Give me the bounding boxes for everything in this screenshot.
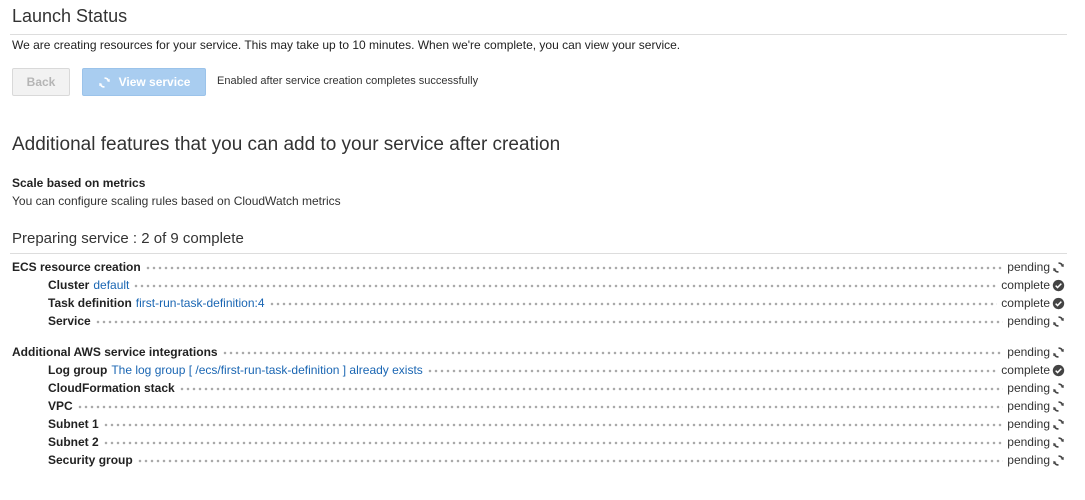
progress-group-label: Additional AWS service integrations	[12, 345, 218, 359]
view-service-label: View service	[118, 75, 191, 89]
progress-item-label: Cluster	[48, 278, 90, 292]
progress-heading: Preparing service : 2 of 9 complete	[12, 230, 244, 247]
dotted-leader	[268, 302, 998, 306]
progress-item-cloudformation: CloudFormation stack pending	[12, 379, 1065, 397]
progress-item-label: VPC	[48, 399, 73, 413]
progress-item-label: Subnet 1	[48, 417, 99, 431]
check-circle-icon	[1052, 297, 1065, 310]
dotted-leader	[133, 284, 998, 288]
status-text: pending	[1007, 260, 1050, 274]
title-divider	[10, 34, 1067, 35]
pending-icon	[1052, 346, 1065, 359]
progress-item-label: Task definition	[48, 296, 132, 310]
back-button-label: Back	[26, 75, 56, 89]
dotted-leader	[178, 387, 1004, 391]
progress-item-cluster: Cluster default complete	[12, 276, 1065, 294]
launch-status-page: Launch Status We are creating resources …	[0, 0, 1085, 500]
feature-title: Scale based on metrics	[12, 176, 146, 190]
pending-icon	[1052, 315, 1065, 328]
back-button[interactable]: Back	[12, 68, 70, 96]
progress-group-aws-integrations: Additional AWS service integrations pend…	[12, 343, 1065, 361]
page-title: Launch Status	[12, 6, 128, 26]
status-text: complete	[1001, 363, 1050, 377]
dotted-leader	[102, 423, 1004, 427]
status-text: complete	[1001, 278, 1050, 292]
progress-item-label: Service	[48, 314, 91, 328]
pending-icon	[1052, 418, 1065, 431]
pending-icon	[1052, 261, 1065, 274]
progress-group-label: ECS resource creation	[12, 260, 141, 274]
check-circle-icon	[1052, 279, 1065, 292]
status-text: pending	[1007, 417, 1050, 431]
feature-description: You can configure scaling rules based on…	[12, 194, 341, 208]
check-circle-icon	[1052, 364, 1065, 377]
status-text: pending	[1007, 314, 1050, 328]
progress-item-label: CloudFormation stack	[48, 381, 175, 395]
dotted-leader	[76, 405, 1004, 409]
view-service-button[interactable]: View service	[82, 68, 206, 96]
dotted-leader	[136, 459, 1004, 463]
pending-icon	[1052, 454, 1065, 467]
status-text: pending	[1007, 453, 1050, 467]
status-text: pending	[1007, 399, 1050, 413]
pending-icon	[1052, 436, 1065, 449]
progress-item-security-group: Security group pending	[12, 451, 1065, 469]
additional-features-heading: Additional features that you can add to …	[12, 134, 561, 155]
status-text: pending	[1007, 345, 1050, 359]
progress-divider	[10, 253, 1067, 254]
pending-icon	[1052, 382, 1065, 395]
refresh-icon	[98, 76, 111, 89]
pending-icon	[1052, 400, 1065, 413]
progress-item-task-definition: Task definition first-run-task-definitio…	[12, 294, 1065, 312]
dotted-leader	[94, 320, 1004, 324]
progress-item-subnet-2: Subnet 2 pending	[12, 433, 1065, 451]
progress-item-subnet-1: Subnet 1 pending	[12, 415, 1065, 433]
cluster-link[interactable]: default	[93, 278, 129, 292]
dotted-leader	[221, 351, 1004, 355]
dotted-leader	[144, 266, 1004, 270]
dotted-leader	[426, 369, 998, 373]
progress-item-label: Log group	[48, 363, 108, 377]
task-definition-link[interactable]: first-run-task-definition:4	[136, 296, 265, 310]
progress-item-label: Security group	[48, 453, 133, 467]
progress-group-ecs: ECS resource creation pending	[12, 258, 1065, 276]
progress-item-label: Subnet 2	[48, 435, 99, 449]
status-text: complete	[1001, 296, 1050, 310]
view-service-note: Enabled after service creation completes…	[217, 75, 479, 87]
progress-item-log-group: Log group The log group [ /ecs/first-run…	[12, 361, 1065, 379]
status-text: pending	[1007, 435, 1050, 449]
dotted-leader	[102, 441, 1004, 445]
progress-item-vpc: VPC pending	[12, 397, 1065, 415]
log-group-link[interactable]: The log group [ /ecs/first-run-task-defi…	[111, 363, 422, 377]
page-description: We are creating resources for your servi…	[12, 38, 681, 52]
progress-item-service: Service pending	[12, 312, 1065, 330]
status-text: pending	[1007, 381, 1050, 395]
